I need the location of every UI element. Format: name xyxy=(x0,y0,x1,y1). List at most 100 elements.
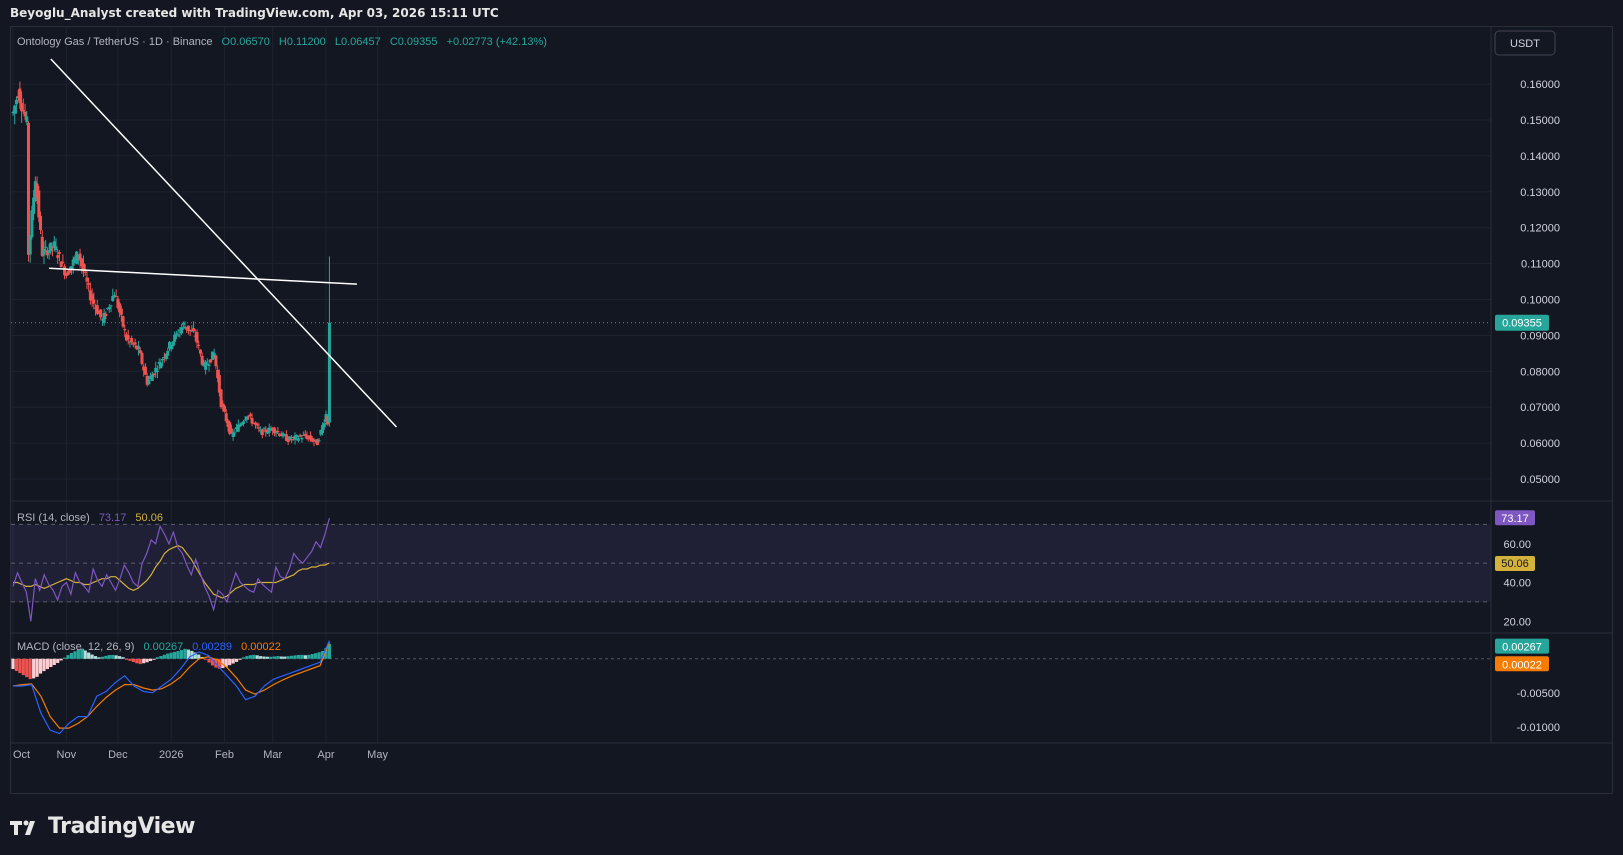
rsi-tick-label: 60.00 xyxy=(1503,539,1531,551)
candle-body xyxy=(99,309,103,318)
rsi-tick-label: 40.00 xyxy=(1503,578,1531,590)
macd-histogram-bar xyxy=(97,657,101,659)
macd-histogram-bar xyxy=(135,658,139,664)
chart-credit: Beyoglu_Analyst created with TradingView… xyxy=(10,6,499,20)
candle-body xyxy=(14,99,18,105)
macd-histogram-bar xyxy=(152,658,156,660)
candle-body xyxy=(54,246,58,251)
macd-histogram-bar xyxy=(87,652,91,659)
price-tick-label: 0.08000 xyxy=(1520,366,1560,378)
price-tick-label: 0.15000 xyxy=(1520,115,1560,127)
candle-body xyxy=(257,427,261,429)
candle-body xyxy=(18,88,22,104)
macd-histogram-bar xyxy=(128,658,132,661)
macd-histogram-bar xyxy=(35,658,39,677)
candle-body xyxy=(152,373,156,376)
candle-body xyxy=(123,329,127,331)
candle-body xyxy=(87,283,91,285)
candle-body xyxy=(262,428,266,430)
candle-body xyxy=(274,432,278,434)
last-price-text: 0.09355 xyxy=(1502,318,1542,330)
macd-badge: 0.00267 xyxy=(1495,638,1549,654)
brand-name: TradingView xyxy=(48,814,195,839)
candle-body xyxy=(197,344,201,346)
candle-body xyxy=(159,362,163,369)
price-tick-label: 0.13000 xyxy=(1520,187,1560,199)
candle-body xyxy=(169,345,173,350)
macd-histogram-bar xyxy=(38,658,43,674)
x-tick-label: Dec xyxy=(108,749,128,761)
candle-body xyxy=(25,116,29,123)
candle-body xyxy=(56,255,60,258)
macd-histogram-bar xyxy=(166,653,170,659)
macd-histogram-bar xyxy=(32,658,36,679)
rsi-legend-title: RSI (14, close) xyxy=(17,512,90,524)
rsi-ma-badge: 50.06 xyxy=(1495,556,1535,572)
macd-hist-badge-text: 0.00022 xyxy=(1502,659,1542,671)
macd-histogram-bar xyxy=(269,656,273,659)
macd-histogram-bar xyxy=(62,657,67,659)
candle-body xyxy=(223,405,227,412)
macd-histogram-bar xyxy=(272,656,276,659)
legend-symbol: Ontology Gas / TetherUS · 1D · Binance xyxy=(17,36,212,48)
candle-body xyxy=(107,307,111,309)
price-axes: 0.16000 0.15000 0.14000 0.13000 0.12000 0.110… xyxy=(1503,79,1560,734)
macd-histogram-bar xyxy=(296,654,301,659)
candle-body xyxy=(30,210,34,238)
macd-histogram-bar xyxy=(283,656,287,659)
candle-body xyxy=(143,366,147,375)
candle-body xyxy=(272,427,276,434)
rsi-legend-value: 73.17 xyxy=(99,512,127,524)
candle-body xyxy=(295,435,299,438)
macd-histogram-bar xyxy=(45,658,49,670)
x-tick-label: Mar xyxy=(263,749,282,761)
macd-histogram-bar xyxy=(159,655,163,659)
chart-frame[interactable]: 0.16000 0.15000 0.14000 0.13000 0.12000 0.110… xyxy=(10,26,1613,794)
macd-histogram-bar xyxy=(245,656,249,659)
macd-histogram-bar xyxy=(56,658,60,663)
candle-body xyxy=(92,299,96,304)
price-tick-label: 0.06000 xyxy=(1520,438,1560,450)
candle-body xyxy=(28,235,32,255)
candle-body xyxy=(21,110,25,112)
macd-histogram-bar xyxy=(93,656,98,659)
candle-body xyxy=(13,105,17,114)
candle-body xyxy=(109,305,113,307)
macd-histogram-bar xyxy=(248,655,252,659)
macd-histogram-bar xyxy=(204,658,208,660)
x-tick-label: May xyxy=(367,749,388,761)
candle-body xyxy=(23,111,27,117)
price-tick-label: 0.14000 xyxy=(1520,151,1560,163)
currency-button[interactable]: USDT xyxy=(1494,30,1556,56)
candle-body xyxy=(250,418,254,424)
macd-histogram-bar xyxy=(90,654,94,659)
macd-histogram-bar xyxy=(28,658,32,680)
svg-text:RSI (14, close) 73.17: RSI (14, close) 73.17 50.06 xyxy=(17,512,163,524)
chart-canvas[interactable]: 0.16000 0.15000 0.14000 0.13000 0.12000 0.110… xyxy=(11,27,1612,793)
grid xyxy=(11,27,1491,743)
candle-body xyxy=(44,246,48,248)
candle-body xyxy=(83,271,87,273)
candle-body xyxy=(121,316,125,327)
macd-histogram-bar xyxy=(162,654,166,659)
candle-body xyxy=(322,423,326,428)
candle-body xyxy=(174,333,178,335)
svg-text:Ontology Gas / TetherUS · 1D ·: Ontology Gas / TetherUS · 1D · Binance O… xyxy=(17,36,547,48)
candle-body xyxy=(155,370,159,372)
macd-histogram-bar xyxy=(148,658,153,662)
tradingview-logo-icon xyxy=(10,820,35,835)
footer-brand[interactable]: TradingView xyxy=(10,814,195,839)
candle-body xyxy=(195,332,199,343)
macd-histogram-bar xyxy=(69,652,74,659)
candle-body xyxy=(245,416,249,420)
macd-pane xyxy=(11,640,1491,735)
macd-histogram-bar xyxy=(100,656,105,659)
candle-body xyxy=(126,335,130,340)
macd-histogram-bar xyxy=(138,658,142,665)
macd-histogram-bar xyxy=(259,656,263,659)
legend-low: L0.06457 xyxy=(335,36,381,48)
macd-histogram-bar xyxy=(124,658,129,660)
candle-body xyxy=(26,122,30,255)
candle-body xyxy=(224,413,228,422)
macd-histogram-bar xyxy=(234,658,239,662)
